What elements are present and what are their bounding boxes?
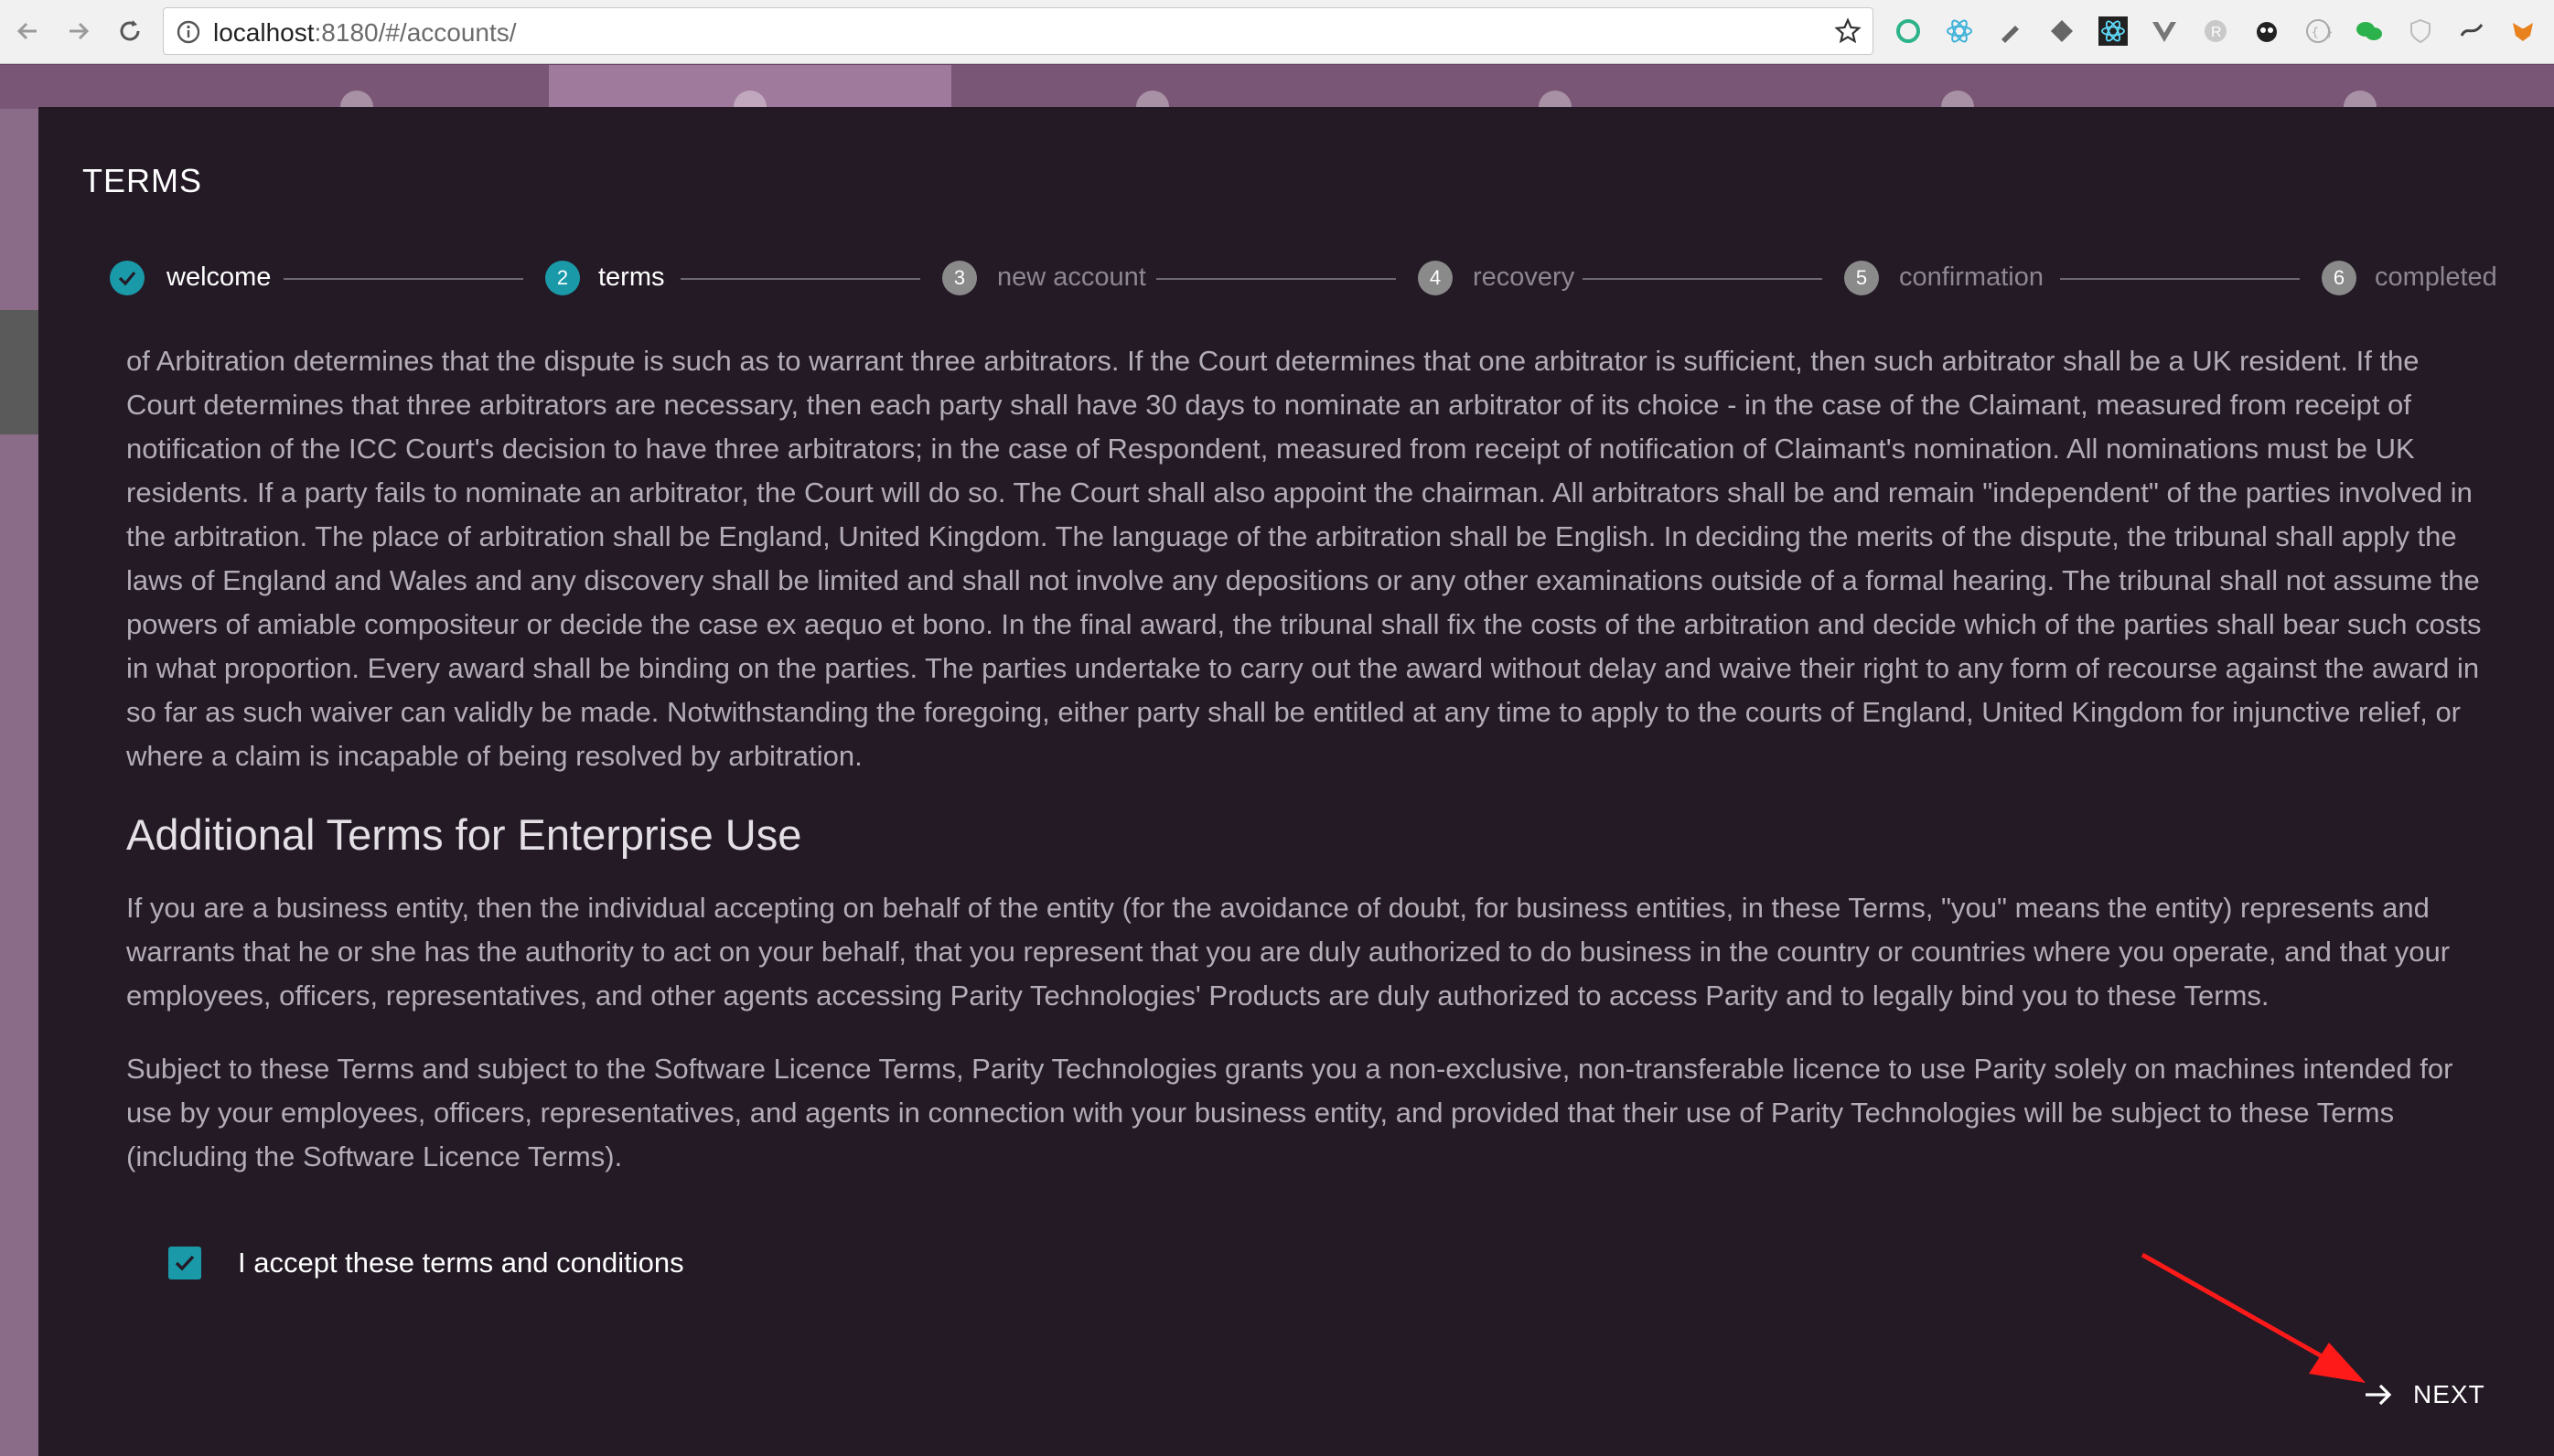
extension-react-dark-icon[interactable] xyxy=(2095,13,2131,49)
create-account-dialog: TERMS welcome 2 terms 3 new account 4 re… xyxy=(38,107,2554,1456)
step-connector xyxy=(284,278,523,280)
accept-terms-row[interactable]: I accept these terms and conditions xyxy=(126,1243,950,1283)
url-host: localhost xyxy=(213,18,315,47)
step-5-label: confirmation xyxy=(1899,262,2044,292)
info-icon[interactable] xyxy=(177,20,200,48)
step-connector xyxy=(1156,278,1396,280)
extension-metamask-icon[interactable] xyxy=(2505,13,2541,49)
step-progress: welcome 2 terms 3 new account 4 recovery… xyxy=(38,235,2554,317)
extension-wechat-icon[interactable] xyxy=(2351,13,2388,49)
next-button[interactable]: NEXT xyxy=(2362,1369,2508,1420)
extension-panda-icon[interactable] xyxy=(2248,13,2285,49)
back-button[interactable] xyxy=(7,11,48,51)
extension-ring-icon[interactable] xyxy=(1890,13,1926,49)
extension-shield-icon[interactable] xyxy=(2402,13,2439,49)
nav-tab-5[interactable] xyxy=(1756,65,2159,109)
step-4-number: 4 xyxy=(1418,261,1453,295)
step-1-label: welcome xyxy=(166,262,272,292)
address-bar[interactable]: localhost:8180/#/accounts/ xyxy=(163,7,1873,55)
dialog-title: TERMS xyxy=(82,162,202,199)
url-text[interactable]: localhost:8180/#/accounts/ xyxy=(213,18,517,48)
extension-r-icon[interactable]: R xyxy=(2197,13,2234,49)
forward-arrow-icon xyxy=(70,22,90,40)
step-connector xyxy=(2060,278,2300,280)
terms-section-heading: Additional Terms for Enterprise Use xyxy=(126,810,802,859)
checkmark-icon xyxy=(175,1255,195,1271)
svg-text:{ }: { } xyxy=(2312,26,2332,39)
step-6-label: completed xyxy=(2375,262,2497,292)
terms-paragraph-licence: Subject to these Terms and subject to th… xyxy=(126,1053,2453,1172)
bookmark-star-icon[interactable] xyxy=(1834,17,1862,49)
terms-content[interactable]: of Arbitration determines that the dispu… xyxy=(126,339,2486,1208)
step-6-number: 6 xyxy=(2322,261,2356,295)
nav-tab-1[interactable] xyxy=(146,65,549,109)
step-5-number: 5 xyxy=(1844,261,1879,295)
step-4-label: recovery xyxy=(1473,262,1575,292)
next-button-label: NEXT xyxy=(2413,1380,2485,1408)
step-3-label: new account xyxy=(997,262,1146,292)
app-top-navigation xyxy=(0,65,2554,109)
extension-wave-icon[interactable] xyxy=(2453,13,2490,49)
left-sidebar-strip xyxy=(0,109,38,1456)
terms-paragraph-business: If you are a business entity, then the i… xyxy=(126,892,2451,1012)
step-2-number: 2 xyxy=(545,261,580,295)
step-connector xyxy=(1583,278,1822,280)
reload-icon xyxy=(120,20,140,41)
nav-tab-3[interactable] xyxy=(951,65,1354,109)
step-2-label: terms xyxy=(598,262,665,292)
extension-vue-icon[interactable] xyxy=(2146,13,2183,49)
reload-button[interactable] xyxy=(110,11,150,51)
step-3-number: 3 xyxy=(942,261,977,295)
arrow-right-icon xyxy=(2366,1384,2392,1406)
nav-tab-settings[interactable] xyxy=(2159,65,2554,109)
extension-bracket-icon[interactable]: { } xyxy=(2300,13,2336,49)
forward-button[interactable] xyxy=(59,11,99,51)
extension-pen-icon[interactable] xyxy=(1992,13,2029,49)
url-path: :8180/#/accounts/ xyxy=(314,18,517,47)
step-connector xyxy=(681,278,920,280)
browser-toolbar: localhost:8180/#/accounts/ R { } xyxy=(0,0,2554,64)
svg-text:R: R xyxy=(2211,25,2222,40)
accept-terms-label[interactable]: I accept these terms and conditions xyxy=(238,1247,684,1279)
extension-react-icon[interactable] xyxy=(1941,13,1978,49)
accept-terms-checkbox[interactable] xyxy=(168,1247,201,1279)
terms-paragraph-arbitration: of Arbitration determines that the dispu… xyxy=(126,345,2482,772)
sidebar-scrollbar[interactable] xyxy=(0,310,38,434)
step-1-check-icon xyxy=(110,261,145,295)
nav-tab-4[interactable] xyxy=(1354,65,1756,109)
extension-diamond-icon[interactable] xyxy=(2044,13,2080,49)
back-arrow-icon xyxy=(16,22,37,40)
nav-tab-accounts[interactable] xyxy=(549,65,951,109)
